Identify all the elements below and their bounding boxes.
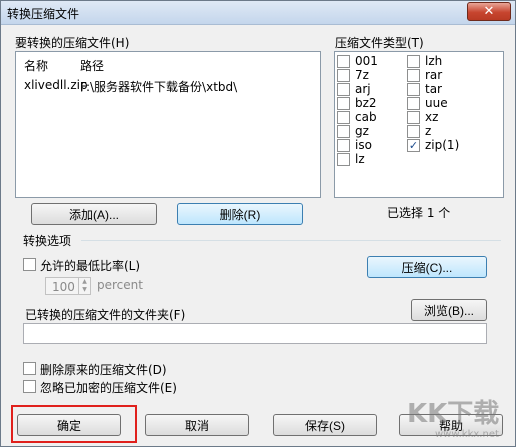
close-icon: ✕ (483, 4, 495, 19)
options-group-label: 转换选项 (23, 234, 72, 248)
spin-down-icon[interactable]: ▼ (78, 286, 90, 294)
type-checkbox[interactable] (407, 111, 420, 124)
file-path-cell: F:\服务器软件下载备份\xtbd\ (80, 80, 238, 94)
type-checkbox[interactable] (337, 55, 350, 68)
column-header-path[interactable]: 路径 (80, 57, 104, 74)
cancel-button[interactable]: 取消 (145, 414, 249, 436)
percent-unit: percent (97, 278, 143, 292)
type-checkbox[interactable] (337, 111, 350, 124)
watermark-logo: KK下载 (407, 399, 500, 429)
type-checkbox-checked[interactable]: ✓ (407, 139, 420, 152)
percent-value: 100 (52, 280, 75, 294)
type-option-zip[interactable]: ✓ zip(1) (407, 138, 497, 154)
group-divider (81, 240, 501, 241)
delete-button[interactable]: 删除(R) (177, 203, 303, 225)
type-checkbox[interactable] (407, 69, 420, 82)
delete-original-option[interactable]: 删除原来的压缩文件(D) (23, 361, 183, 377)
window-title: 转换压缩文件 (7, 7, 80, 21)
compress-button[interactable]: 压缩(C)... (367, 256, 487, 278)
type-checkbox[interactable] (337, 125, 350, 138)
checkmark-icon: ✓ (408, 139, 419, 152)
save-button[interactable]: 保存(S) (273, 414, 377, 436)
allow-min-ratio-option[interactable]: 允许的最低比率(L) (23, 257, 153, 273)
ignore-encrypted-option[interactable]: 忽略已加密的压缩文件(E) (23, 379, 193, 395)
type-checkbox[interactable] (407, 83, 420, 96)
type-checkbox[interactable] (337, 69, 350, 82)
browse-button[interactable]: 浏览(B)... (411, 299, 487, 321)
files-group-label: 要转换的压缩文件(H) (15, 36, 130, 50)
title-bar[interactable]: 转换压缩文件 ✕ (1, 1, 515, 25)
type-option-lz[interactable]: lz (337, 152, 407, 168)
delete-original-checkbox[interactable] (23, 362, 36, 375)
type-checkbox[interactable] (407, 55, 420, 68)
folder-input[interactable] (23, 323, 487, 344)
percent-spinner[interactable]: 100 ▲ ▼ (45, 277, 91, 295)
column-header-name[interactable]: 名称 (24, 57, 48, 74)
archive-types-list[interactable]: 001 7z arj bz2 cab gz iso lz lzh rar tar… (334, 51, 504, 198)
close-button[interactable]: ✕ (467, 2, 511, 21)
file-name-cell: xlivedll.zip (24, 78, 88, 92)
types-group-label: 压缩文件类型(T) (335, 36, 424, 50)
type-checkbox[interactable] (337, 83, 350, 96)
type-checkbox[interactable] (337, 139, 350, 152)
files-list[interactable]: 名称 路径 xlivedll.zip F:\服务器软件下载备份\xtbd\ (15, 51, 321, 198)
selected-count: 已选择 1 个 (387, 206, 451, 220)
highlight-annotation (11, 405, 137, 443)
watermark-url: www.kkx.net (435, 429, 499, 440)
type-checkbox[interactable] (337, 153, 350, 166)
type-checkbox[interactable] (407, 97, 420, 110)
add-button[interactable]: 添加(A)... (31, 203, 157, 225)
table-row[interactable]: xlivedll.zip F:\服务器软件下载备份\xtbd\ (20, 76, 316, 94)
type-checkbox[interactable] (407, 125, 420, 138)
watermark: KK下载 www.kkx.net (401, 393, 513, 441)
spin-up-icon[interactable]: ▲ (78, 278, 90, 286)
folder-label: 已转换的压缩文件的文件夹(F) (25, 308, 186, 322)
allow-min-ratio-checkbox[interactable] (23, 258, 36, 271)
type-checkbox[interactable] (337, 97, 350, 110)
convert-archives-dialog: 转换压缩文件 ✕ 要转换的压缩文件(H) 名称 路径 xlivedll.zip … (0, 0, 516, 447)
ignore-encrypted-checkbox[interactable] (23, 380, 36, 393)
